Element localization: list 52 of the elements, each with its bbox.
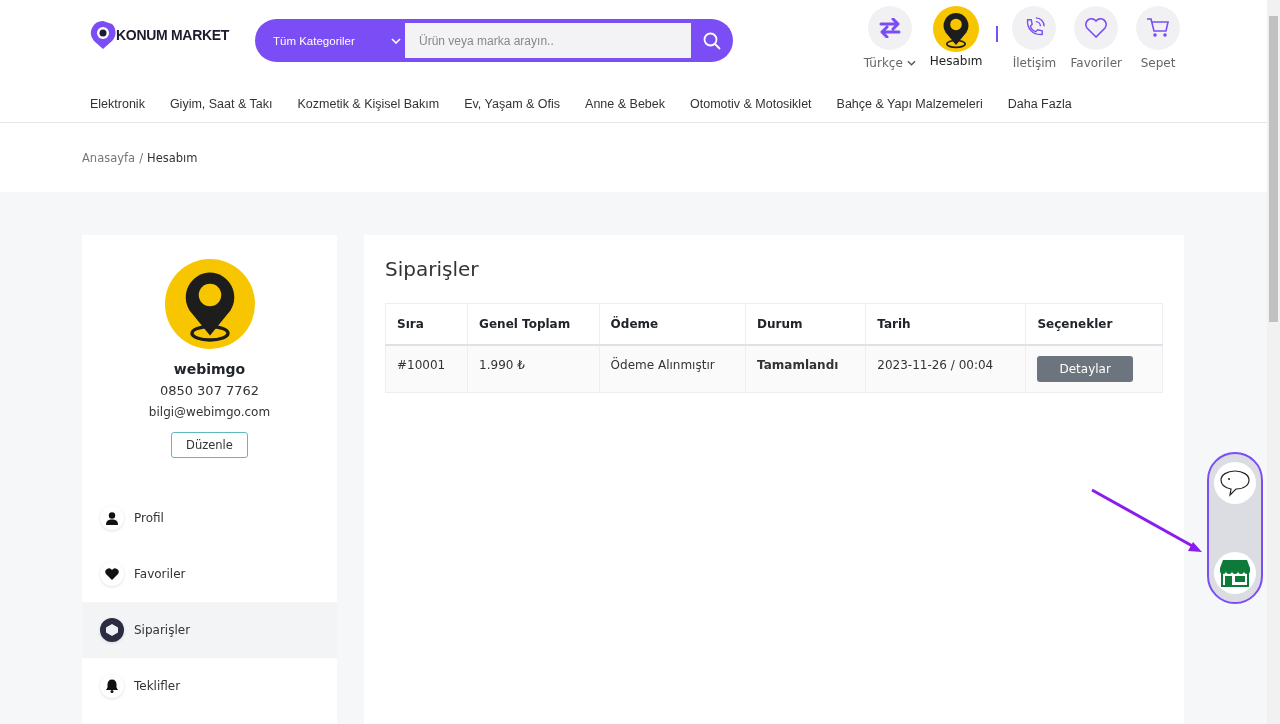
hexagon-icon	[105, 623, 119, 637]
details-button[interactable]: Detaylar	[1037, 356, 1133, 382]
bell-icon	[106, 679, 118, 693]
sidebar-label: Siparişler	[134, 623, 191, 637]
edit-button[interactable]: Düzenle	[171, 432, 248, 458]
table-cell: 2023-11-26 / 00:04	[865, 345, 1026, 393]
user-email: bilgi@webimgo.com	[148, 405, 271, 419]
table-cell: #10001	[385, 345, 468, 393]
sidebar-item[interactable]: Siparişler	[82, 602, 337, 658]
table-cell: Tamamlandı	[745, 345, 866, 393]
user-phone: 0850 307 7762	[159, 383, 260, 398]
category-dropdown[interactable]: Tüm Kategoriler	[273, 34, 405, 47]
category-link[interactable]: Otomotiv & Motosiklet	[690, 96, 812, 111]
search-icon	[703, 31, 721, 50]
chevron-down-icon	[391, 37, 401, 44]
user-name: webimgo	[173, 361, 246, 377]
sidebar-item[interactable]: Profil	[82, 490, 337, 546]
category-link[interactable]: Anne & Bebek	[585, 96, 665, 111]
table-cell: 1.990 ₺	[467, 345, 600, 393]
chat-button[interactable]	[1214, 462, 1256, 504]
heart-icon	[105, 568, 119, 580]
category-link[interactable]: Ev, Yaşam & Ofis	[464, 96, 561, 111]
swap-arrows-icon	[877, 18, 902, 38]
sidebar-item[interactable]: Teklifler	[82, 658, 337, 714]
language-selector[interactable]: Türkçe	[863, 56, 916, 70]
heart-icon	[1084, 17, 1109, 39]
store-button[interactable]	[1214, 552, 1256, 594]
scrollbar[interactable]	[1267, 0, 1280, 724]
category-link[interactable]: Daha Fazla	[1007, 96, 1072, 111]
table-cell: Ödeme Alınmıştır	[599, 345, 746, 393]
storefront-icon	[1219, 558, 1251, 588]
breadcrumb-link[interactable]: Anasayfa	[82, 150, 136, 165]
brand-logo[interactable]: KONUM MARKET	[116, 27, 230, 43]
sidebar-label: Profil	[134, 511, 164, 525]
speech-bubble-icon	[1219, 469, 1251, 497]
account-link[interactable]: Hesabım	[929, 6, 983, 68]
location-pin-icon	[90, 20, 116, 50]
orders-title: Siparişler	[385, 257, 480, 281]
account-avatar	[933, 6, 980, 52]
search-field[interactable]: Ürün veya marka arayın..	[405, 23, 691, 58]
sidebar-label: Teklifler	[134, 679, 181, 693]
category-link[interactable]: Kozmetik & Kişisel Bakım	[297, 96, 440, 111]
breadcrumb-separator: /	[139, 150, 144, 165]
breadcrumb-current: Hesabım	[147, 150, 198, 165]
chevron-down-icon	[906, 60, 916, 66]
category-link[interactable]: Bahçe & Yapı Malzemeleri	[836, 96, 983, 111]
cart-icon	[1146, 17, 1170, 39]
sidebar-label: Favoriler	[134, 567, 186, 581]
sidebar-item[interactable]: Favoriler	[82, 546, 337, 602]
category-link[interactable]: Elektronik	[90, 96, 145, 111]
user-icon	[106, 511, 118, 525]
category-link[interactable]: Giyim, Saat & Takı	[169, 96, 273, 111]
